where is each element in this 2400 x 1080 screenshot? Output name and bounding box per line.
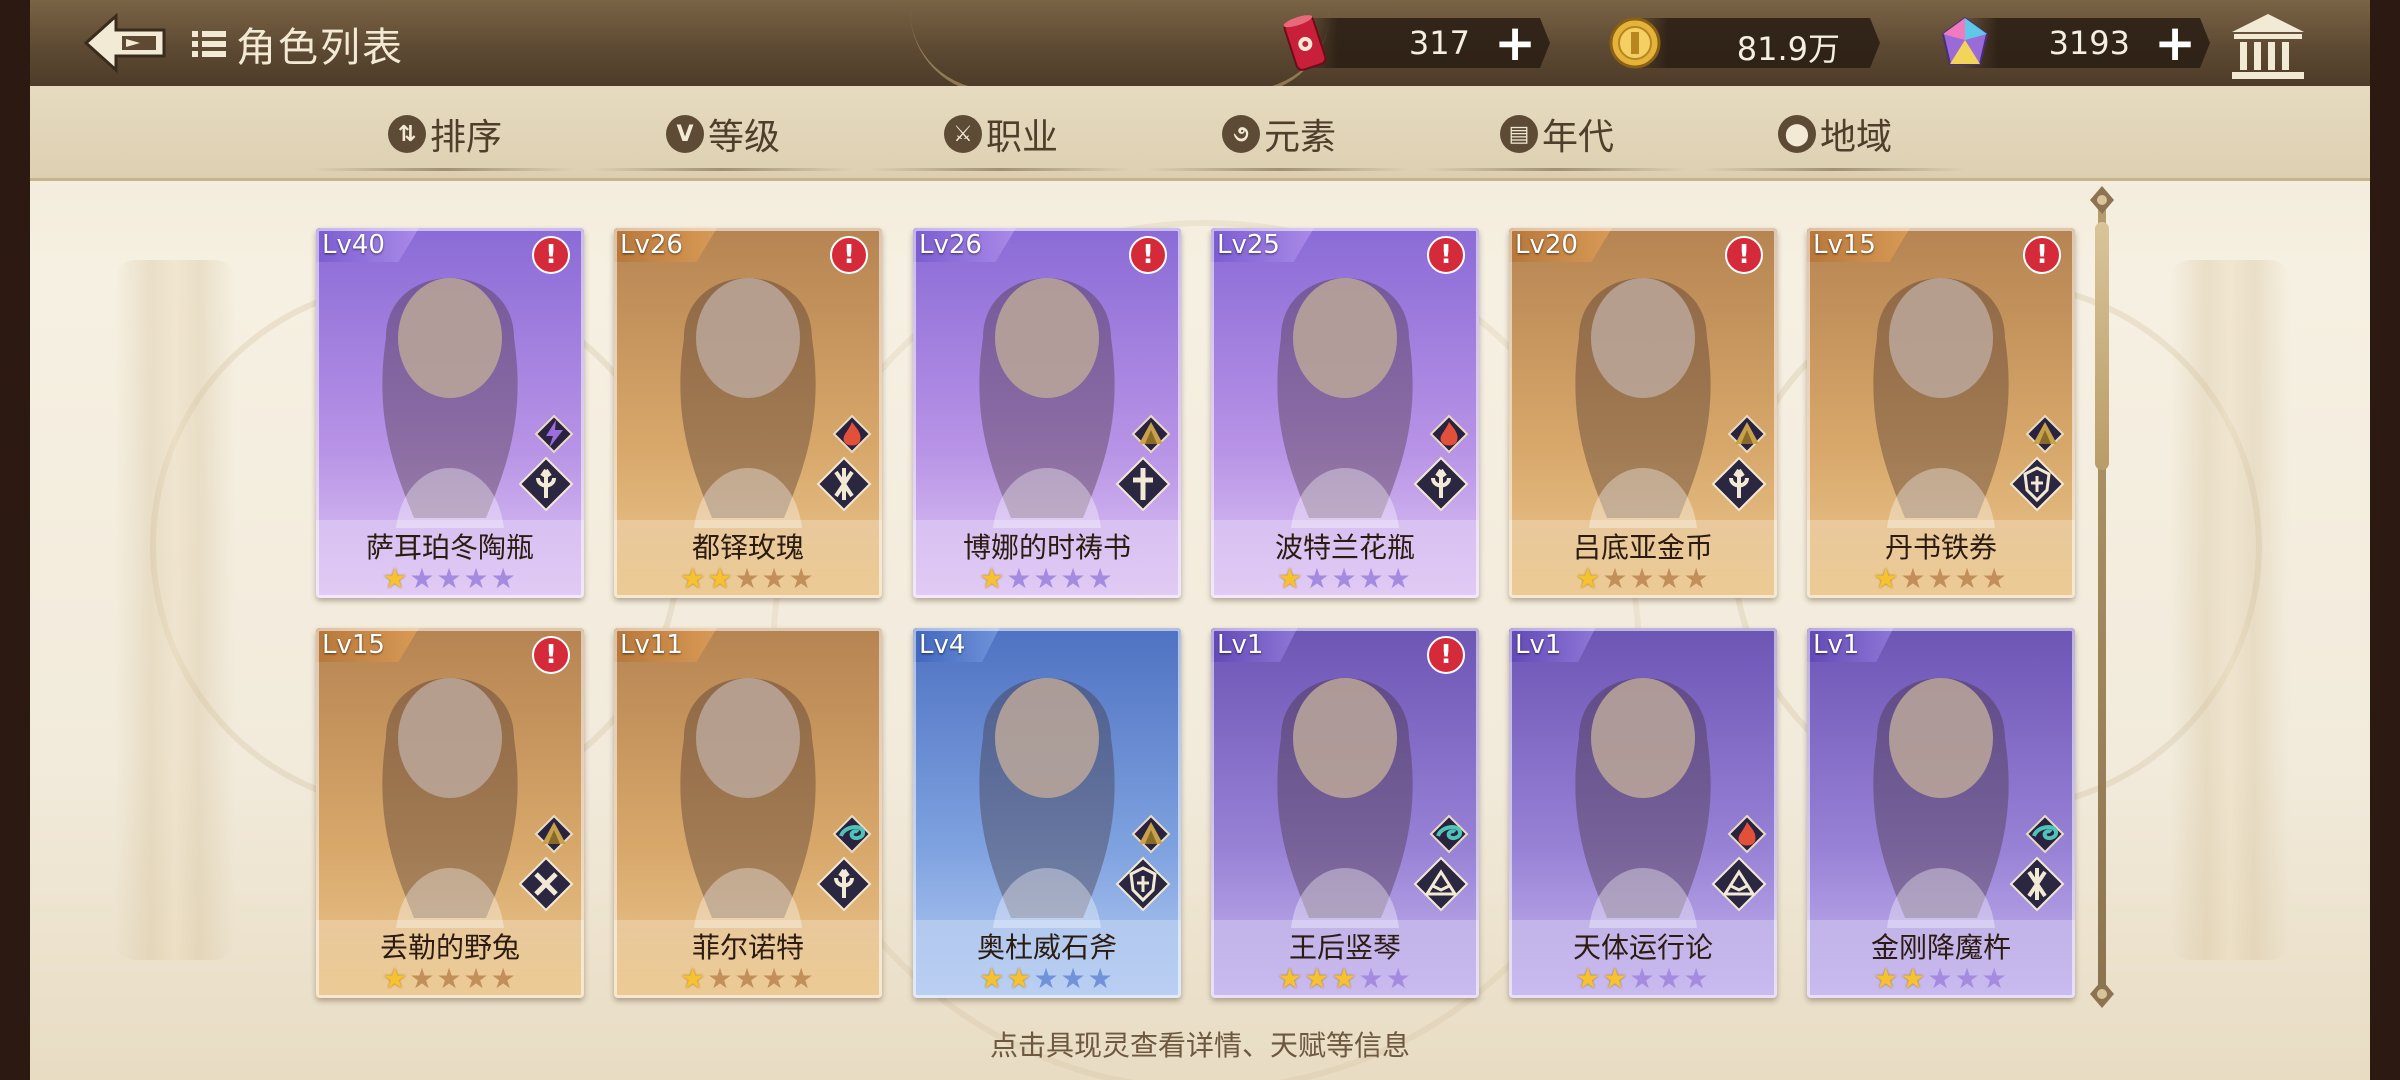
- scroll-cap-top-icon: [2090, 186, 2114, 214]
- element-icon: ૭: [1221, 115, 1260, 153]
- card-frame: [1509, 228, 1777, 598]
- character-card[interactable]: Lv1 天体运行论 ★★★★★: [1509, 628, 1777, 998]
- character-card[interactable]: Lv20! 吕底亚金币 ★★★★★: [1509, 228, 1777, 598]
- hint-text: 点击具现灵查看详情、天赋等信息: [989, 1029, 1410, 1062]
- character-grid: Lv40! 萨耳珀冬陶瓶 ★★★★★ Lv26! 都铎玫瑰 ★★★★★ Lv26! 博娜的时祷…: [316, 228, 2086, 1000]
- gold-amount: 81.9万: [1736, 30, 1840, 68]
- rainbow-gem-icon: [1941, 16, 1989, 65]
- card-frame: [1211, 228, 1479, 598]
- add-gem-button[interactable]: +: [2154, 18, 2196, 68]
- filter-tab-3[interactable]: ૭ 元素: [1149, 104, 1409, 164]
- region-icon: ⬤: [1777, 115, 1816, 153]
- card-frame: [1509, 628, 1777, 998]
- filter-tab-4[interactable]: ▤ 年代: [1427, 104, 1687, 164]
- back-arrow-icon: [83, 12, 166, 74]
- museum-icon: [2232, 14, 2304, 79]
- gem-count: 3193: [2048, 24, 2130, 62]
- title-group: 角色列表: [190, 16, 404, 72]
- filter-tab-2[interactable]: ⚔ 职业: [871, 104, 1131, 164]
- filter-label: 排序: [429, 117, 502, 158]
- list-icon: [192, 31, 226, 57]
- filter-label: 年代: [1541, 117, 1614, 158]
- filter-underline: [591, 168, 853, 171]
- card-frame: [1807, 628, 2075, 998]
- header-ornament: [910, 10, 1330, 94]
- card-frame: [1807, 228, 2075, 598]
- class-icon: ⚔: [943, 115, 982, 153]
- filter-tab-1[interactable]: V 等级: [593, 104, 853, 164]
- card-frame: [913, 228, 1181, 598]
- filter-underline: [313, 168, 575, 171]
- ticket-count: 317: [1408, 24, 1470, 62]
- character-card[interactable]: Lv25! 波特兰花瓶 ★★★★★: [1211, 228, 1479, 598]
- filter-label: 元素: [1263, 117, 1336, 158]
- decorative-pillar: [115, 260, 235, 960]
- character-card[interactable]: Lv15! 丢勒的野兔 ★★★★★: [316, 628, 584, 998]
- gold-coin-icon: [1609, 17, 1661, 69]
- character-card[interactable]: Lv26! 都铎玫瑰 ★★★★★: [614, 228, 882, 598]
- add-ticket-button[interactable]: +: [1494, 18, 1536, 68]
- scrollbar-thumb[interactable]: [2095, 222, 2109, 470]
- filter-tab-0[interactable]: ⇅ 排序: [315, 104, 575, 164]
- museum-button[interactable]: [2228, 10, 2308, 82]
- filter-underline: [1147, 168, 1409, 171]
- card-frame: [316, 628, 584, 998]
- filter-underline: [1703, 168, 1965, 171]
- card-frame: [614, 628, 882, 998]
- character-card[interactable]: Lv1! 王后竖琴 ★★★★★: [1211, 628, 1479, 998]
- app-screen: 角色列表 317 + 81.9万 3193 + ⇅ 排序 V 等级 ⚔ 职业 ૭…: [0, 0, 2400, 1080]
- card-frame: [614, 228, 882, 598]
- scroll-cap-bottom-icon: [2090, 980, 2114, 1008]
- card-frame: [316, 228, 584, 598]
- era-icon: ▤: [1499, 115, 1538, 153]
- card-frame: [1211, 628, 1479, 998]
- filter-underline: [1425, 168, 1687, 171]
- filter-label: 等级: [707, 117, 780, 158]
- filter-label: 职业: [985, 117, 1058, 158]
- page-title: 角色列表: [236, 25, 404, 71]
- ticket-can-icon: [1283, 15, 1327, 71]
- character-card[interactable]: Lv15! 丹书铁券 ★★★★★: [1807, 228, 2075, 598]
- character-card[interactable]: Lv4 奥杜威石斧 ★★★★★: [913, 628, 1181, 998]
- card-frame: [913, 628, 1181, 998]
- filter-tab-5[interactable]: ⬤ 地域: [1705, 104, 1965, 164]
- back-button[interactable]: [56, 8, 176, 78]
- character-card[interactable]: Lv40! 萨耳珀冬陶瓶 ★★★★★: [316, 228, 584, 598]
- sort-icon: ⇅: [387, 115, 426, 153]
- character-card[interactable]: Lv11 菲尔诺特 ★★★★★: [614, 628, 882, 998]
- decorative-pillar: [2170, 260, 2290, 960]
- filter-label: 地域: [1819, 117, 1892, 158]
- filter-underline: [869, 168, 1131, 171]
- character-card[interactable]: Lv1 金刚降魔杵 ★★★★★: [1807, 628, 2075, 998]
- level-icon: V: [665, 115, 704, 153]
- character-card[interactable]: Lv26! 博娜的时祷书 ★★★★★: [913, 228, 1181, 598]
